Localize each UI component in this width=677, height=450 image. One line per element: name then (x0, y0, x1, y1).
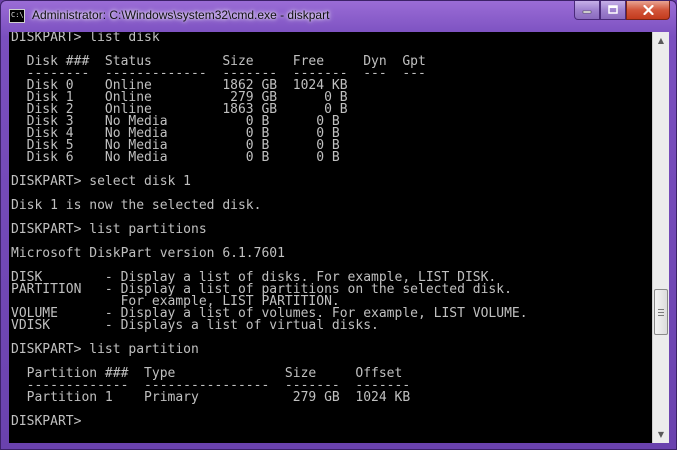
thumb-grip (658, 312, 664, 313)
maximize-button[interactable] (600, 1, 626, 20)
console-line: DISKPART> select disk 1 (11, 174, 192, 189)
minimize-button[interactable] (574, 1, 600, 20)
cmd-window: C:\. Administrator: C:\Windows\system32\… (0, 0, 677, 450)
close-button[interactable] (626, 1, 670, 20)
scroll-up-button[interactable]: ▲ (653, 32, 669, 49)
chevron-down-icon: ▼ (657, 430, 665, 439)
console-line: DISKPART> list partitions (11, 222, 207, 237)
console-line: Microsoft DiskPart version 6.1.7601 (11, 246, 285, 261)
console-output[interactable]: DISKPART> list disk Disk ### Status Size… (9, 32, 652, 443)
console-line: Partition 1 Primary 279 GB 1024 KB (11, 390, 411, 405)
console-line: VDISK - Displays a list of virtual disks… (11, 318, 379, 333)
console-line: Disk 1 is now the selected disk. (11, 198, 262, 213)
minimize-icon (582, 10, 592, 14)
console-line: Disk 6 No Media 0 B 0 B (11, 150, 340, 165)
maximize-icon (608, 5, 618, 14)
window-title: Administrator: C:\Windows\system32\cmd.e… (32, 8, 330, 22)
console-line: DISKPART> list disk (11, 32, 160, 45)
vertical-scrollbar[interactable]: ▲ ▼ (652, 32, 669, 443)
console-line: DISKPART> (11, 414, 90, 429)
caption-buttons (574, 1, 670, 21)
cmd-console-icon[interactable]: C:\. (9, 9, 25, 23)
scroll-down-button[interactable]: ▼ (653, 426, 669, 443)
scrollbar-thumb[interactable] (654, 289, 668, 335)
close-icon (642, 5, 654, 15)
title-bar[interactable]: C:\. Administrator: C:\Windows\system32\… (1, 1, 676, 32)
console-line: DISKPART> list partition (11, 342, 199, 357)
console-text: DISKPART> list disk Disk ### Status Size… (9, 32, 652, 428)
thumb-grip (658, 309, 664, 310)
chevron-up-icon: ▲ (657, 36, 665, 45)
thumb-grip (658, 315, 664, 316)
